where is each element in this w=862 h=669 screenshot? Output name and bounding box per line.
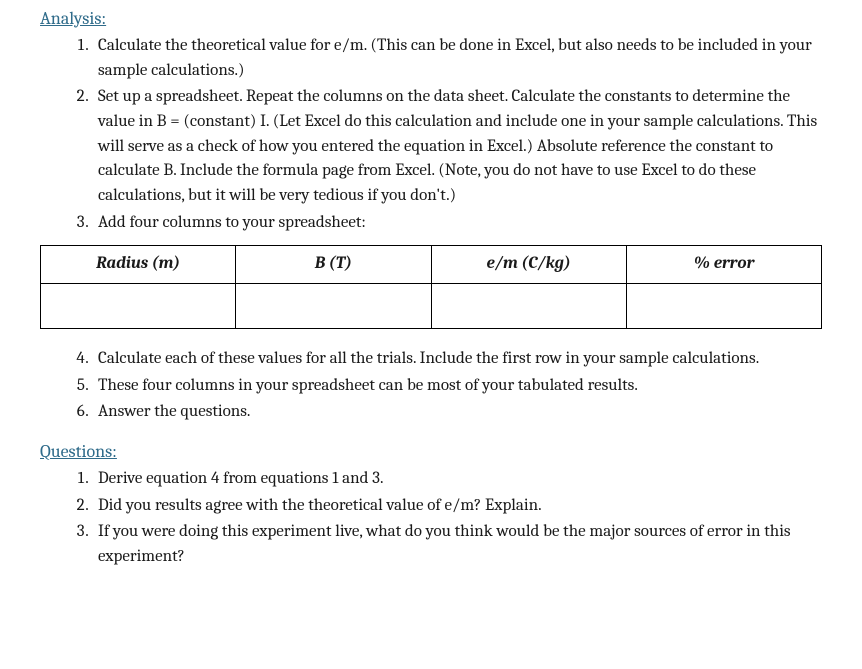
question-item-3: If you were doing this experiment live, …	[92, 520, 822, 569]
analysis-list-bottom: Calculate each of these values for all t…	[40, 347, 822, 425]
col-header-b: B (T)	[236, 246, 431, 284]
analysis-item-1: Calculate the theoretical value for e/m.…	[92, 34, 822, 83]
analysis-heading: Analysis:	[40, 6, 822, 32]
analysis-list-top: Calculate the theoretical value for e/m.…	[40, 34, 822, 235]
table-cell	[431, 283, 626, 328]
analysis-item-5: These four columns in your spreadsheet c…	[92, 374, 822, 399]
analysis-item-4: Calculate each of these values for all t…	[92, 347, 822, 372]
col-header-em: e/m (C/kg)	[431, 246, 626, 284]
col-header-radius: Radius (m)	[41, 246, 236, 284]
table-cell	[236, 283, 431, 328]
questions-heading: Questions:	[40, 439, 822, 465]
analysis-item-2: Set up a spreadsheet. Repeat the columns…	[92, 85, 822, 208]
question-item-2: Did you results agree with the theoretic…	[92, 494, 822, 519]
table-empty-row	[41, 283, 822, 328]
analysis-item-3: Add four columns to your spreadsheet:	[92, 211, 822, 236]
table-cell	[626, 283, 821, 328]
analysis-item-6: Answer the questions.	[92, 400, 822, 425]
columns-table: Radius (m) B (T) e/m (C/kg) % error	[40, 245, 822, 329]
analysis-section: Analysis: Calculate the theoretical valu…	[40, 6, 822, 425]
table-cell	[41, 283, 236, 328]
questions-list: Derive equation 4 from equations 1 and 3…	[40, 467, 822, 570]
question-item-1: Derive equation 4 from equations 1 and 3…	[92, 467, 822, 492]
table-header-row: Radius (m) B (T) e/m (C/kg) % error	[41, 246, 822, 284]
questions-section: Questions: Derive equation 4 from equati…	[40, 439, 822, 570]
col-header-error: % error	[626, 246, 821, 284]
